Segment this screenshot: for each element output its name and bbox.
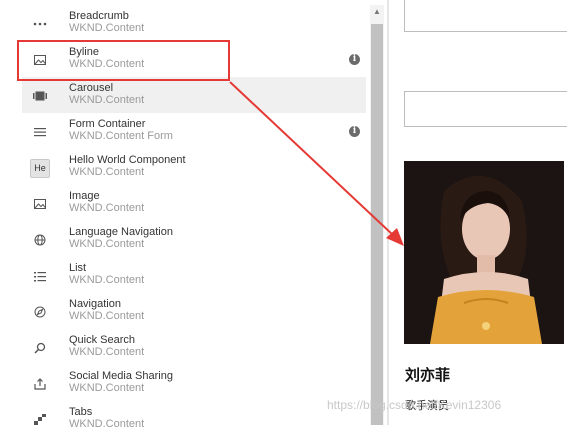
annotation-arrow [229,81,404,246]
